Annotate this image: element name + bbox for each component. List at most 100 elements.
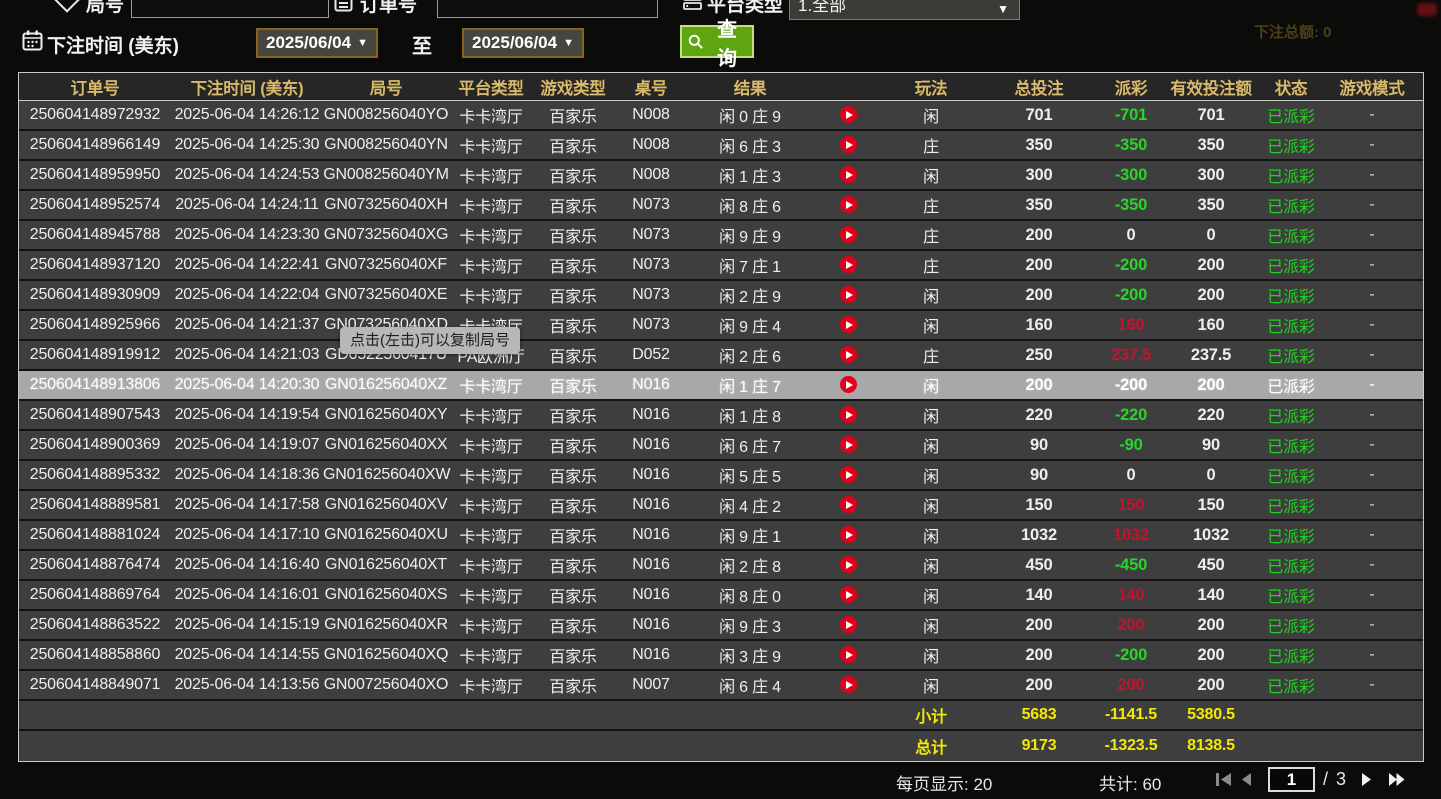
table-row[interactable]: 2506041488810242025-06-04 14:17:10GN0162… — [19, 521, 1423, 551]
table-row[interactable]: 2506041489199122025-06-04 14:21:03GD0522… — [19, 341, 1423, 371]
table-row[interactable]: 2506041489525742025-06-04 14:24:11GN0732… — [19, 191, 1423, 221]
cell-platform: 卡卡湾厅 — [449, 133, 533, 157]
cell-payout: 150 — [1101, 496, 1161, 515]
replay-icon[interactable] — [840, 166, 857, 183]
table-row[interactable]: 2506041489661492025-06-04 14:25:30GN0082… — [19, 131, 1423, 161]
cell-round-id[interactable]: GN016256040XY — [323, 406, 449, 424]
table-row[interactable]: 2506041488697642025-06-04 14:16:01GN0162… — [19, 581, 1423, 611]
table-row[interactable]: 2506041488895812025-06-04 14:17:58GN0162… — [19, 491, 1423, 521]
replay-icon[interactable] — [840, 196, 857, 213]
cell-round-id[interactable]: GN073256040XE — [323, 286, 449, 304]
replay-icon[interactable] — [840, 346, 857, 363]
cell-round-id[interactable]: GN008256040YN — [323, 136, 449, 154]
cell-round-id[interactable]: GN016256040XX — [323, 436, 449, 454]
table-row[interactable]: 2506041488635222025-06-04 14:15:19GN0162… — [19, 611, 1423, 641]
replay-icon[interactable] — [840, 646, 857, 663]
table-row[interactable]: 2506041489457882025-06-04 14:23:30GN0732… — [19, 221, 1423, 251]
cell-status: 已派彩 — [1261, 673, 1321, 697]
cell-round-id[interactable]: GN016256040XZ — [323, 376, 449, 394]
cell-bet-time: 2025-06-04 14:16:01 — [171, 586, 323, 604]
cell-result: 闲 2 庄 8 — [689, 553, 811, 577]
next-page-icon[interactable] — [1361, 772, 1372, 787]
replay-icon[interactable] — [840, 106, 857, 123]
cell-bet-time: 2025-06-04 14:20:30 — [171, 376, 323, 394]
cell-status: 已派彩 — [1261, 643, 1321, 667]
cell-game-mode: - — [1321, 166, 1423, 184]
table-row[interactable]: 2506041489371202025-06-04 14:22:41GN0732… — [19, 251, 1423, 281]
table-row[interactable]: 2506041488588602025-06-04 14:14:55GN0162… — [19, 641, 1423, 671]
cell-round-id[interactable]: GN016256040XR — [323, 616, 449, 634]
header-game-mode: 游戏模式 — [1321, 75, 1423, 99]
replay-icon[interactable] — [840, 406, 857, 423]
replay-icon[interactable] — [840, 586, 857, 603]
table-row[interactable]: 2506041489309092025-06-04 14:22:04GN0732… — [19, 281, 1423, 311]
replay-icon[interactable] — [840, 136, 857, 153]
first-page-icon[interactable] — [1215, 772, 1232, 787]
subtotal-valid-bet: 5380.5 — [1161, 706, 1261, 724]
replay-icon[interactable] — [840, 376, 857, 393]
cell-table-no: N073 — [613, 256, 689, 274]
replay-icon[interactable] — [840, 616, 857, 633]
cell-game-mode: - — [1321, 316, 1423, 334]
header-game-type: 游戏类型 — [533, 75, 613, 99]
cell-round-id[interactable]: GN073256040XH — [323, 196, 449, 214]
cell-bet-type: 闲 — [885, 553, 977, 577]
table-row[interactable]: 2506041488490712025-06-04 14:13:56GN0072… — [19, 671, 1423, 701]
cell-round-id[interactable]: GN016256040XQ — [323, 646, 449, 664]
cell-bet-type: 闲 — [885, 463, 977, 487]
replay-icon[interactable] — [840, 466, 857, 483]
cell-valid-bet: 220 — [1161, 406, 1261, 425]
cell-game-mode: - — [1321, 256, 1423, 274]
table-row[interactable]: 2506041489729322025-06-04 14:26:12GN0082… — [19, 101, 1423, 131]
cell-round-id[interactable]: GN016256040XU — [323, 526, 449, 544]
table-row[interactable]: 2506041489075432025-06-04 14:19:54GN0162… — [19, 401, 1423, 431]
replay-icon[interactable] — [840, 286, 857, 303]
date-from-select[interactable]: 2025/06/04 ▼ — [256, 28, 378, 58]
cell-round-id[interactable]: GN016256040XT — [323, 556, 449, 574]
replay-icon[interactable] — [840, 526, 857, 543]
table-row[interactable]: 2506041489003692025-06-04 14:19:07GN0162… — [19, 431, 1423, 461]
replay-icon[interactable] — [840, 436, 857, 453]
order-number-input[interactable] — [437, 0, 658, 18]
date-to-select[interactable]: 2025/06/04 ▼ — [462, 28, 584, 58]
cell-round-id[interactable]: GN008256040YO — [323, 106, 449, 124]
replay-icon[interactable] — [840, 226, 857, 243]
cell-replay — [811, 166, 885, 184]
cell-round-id[interactable]: GN073256040XG — [323, 226, 449, 244]
cell-result: 闲 2 庄 6 — [689, 343, 811, 367]
calendar-icon — [22, 30, 43, 51]
cell-replay — [811, 496, 885, 514]
cell-round-id[interactable]: GN008256040YM — [323, 166, 449, 184]
table-row[interactable]: 2506041489138062025-06-04 14:20:30GN0162… — [19, 371, 1423, 401]
cell-order-id: 250604148863522 — [19, 616, 171, 634]
cell-game-type: 百家乐 — [533, 193, 613, 217]
table-row[interactable]: 2506041489599502025-06-04 14:24:53GN0082… — [19, 161, 1423, 191]
cell-game-mode: - — [1321, 616, 1423, 634]
total-label: 总计 — [885, 734, 977, 758]
cell-round-id[interactable]: GN016256040XV — [323, 496, 449, 514]
table-row[interactable]: 2506041489259662025-06-04 14:21:37GN0732… — [19, 311, 1423, 341]
replay-icon[interactable] — [840, 676, 857, 693]
cell-replay — [811, 106, 885, 124]
platform-type-select[interactable]: 1.全部 ▼ — [789, 0, 1020, 20]
replay-icon[interactable] — [840, 316, 857, 333]
round-number-input[interactable] — [131, 0, 329, 18]
replay-icon[interactable] — [840, 496, 857, 513]
query-button[interactable]: 查询 — [680, 25, 754, 58]
table-row[interactable]: 2506041488764742025-06-04 14:16:40GN0162… — [19, 551, 1423, 581]
cell-result: 闲 7 庄 1 — [689, 253, 811, 277]
cell-platform: 卡卡湾厅 — [449, 673, 533, 697]
table-row[interactable]: 2506041488953322025-06-04 14:18:36GN0162… — [19, 461, 1423, 491]
cell-round-id[interactable]: GN016256040XW — [323, 466, 449, 484]
cell-round-id[interactable]: GN016256040XS — [323, 586, 449, 604]
replay-icon[interactable] — [840, 556, 857, 573]
cell-round-id[interactable]: GN007256040XO — [323, 676, 449, 694]
prev-page-icon[interactable] — [1241, 772, 1252, 787]
cell-round-id[interactable]: GN073256040XF — [323, 256, 449, 274]
page-number-input[interactable]: 1 — [1268, 767, 1315, 792]
cell-bet-time: 2025-06-04 14:15:19 — [171, 616, 323, 634]
cell-game-type: 百家乐 — [533, 343, 613, 367]
cell-valid-bet: 300 — [1161, 166, 1261, 185]
replay-icon[interactable] — [840, 256, 857, 273]
last-page-icon[interactable] — [1388, 772, 1405, 787]
